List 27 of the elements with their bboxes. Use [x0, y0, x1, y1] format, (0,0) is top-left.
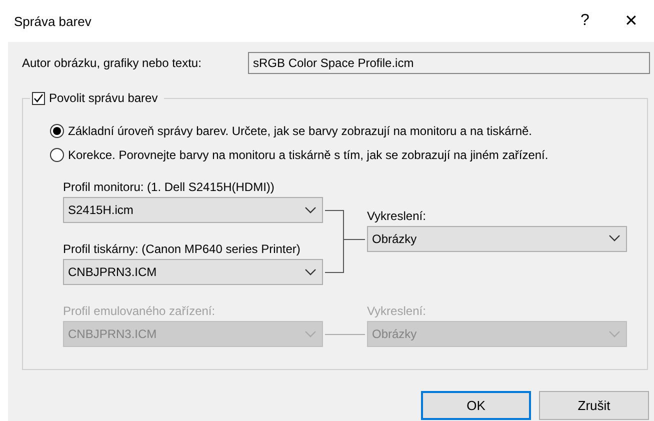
field-label: Vykreslení:: [367, 208, 427, 224]
chevron-icon: [609, 330, 620, 338]
dropdown[interactable]: S2415H.icm: [63, 197, 323, 223]
dropdown[interactable]: Obrázky: [367, 226, 627, 252]
dialog-button[interactable]: Zrušit: [539, 391, 649, 420]
field-label: Profil emulovaného zařízení:: [63, 304, 216, 320]
chevron-icon: [305, 206, 316, 214]
radio-label[interactable]: Korekce. Porovnejte barvy na monitoru a tiskárně s tím, jak se zobrazují na jiném zařízení.: [68, 148, 548, 162]
checkbox[interactable]: [32, 92, 45, 104]
bracket-connector: [325, 210, 365, 273]
radio-label[interactable]: Základní úroveň správy barev. Určete, jak se barvy zobrazují na monitoru a na tiskárně.: [68, 124, 532, 138]
radio-button[interactable]: [50, 124, 64, 138]
author-field[interactable]: sRGB Color Space Profile.icm: [248, 52, 650, 74]
field-label: Profil tiskárny: (Canon MP640 series Printer): [63, 242, 302, 258]
dialog-button[interactable]: OK: [421, 391, 531, 420]
checkbox-label[interactable]: Povolit správu barev: [49, 91, 158, 105]
help-button[interactable]: ?: [562, 0, 608, 42]
dropdown[interactable]: CNBJPRN3.ICM: [63, 259, 323, 285]
chevron-icon: [609, 235, 620, 242]
field-label: Profil monitoru: (1. Dell S2415H(HDMI)): [63, 180, 276, 196]
field-label: Autor obrázku, grafiky nebo textu:: [22, 56, 202, 70]
field-label: Vykreslení:: [367, 304, 427, 320]
chevron-icon: [305, 330, 316, 338]
close-button[interactable]: ✕: [608, 0, 654, 42]
window-title: Správa barev: [14, 14, 92, 28]
chevron-icon: [305, 268, 316, 276]
radio-button[interactable]: [50, 148, 64, 162]
